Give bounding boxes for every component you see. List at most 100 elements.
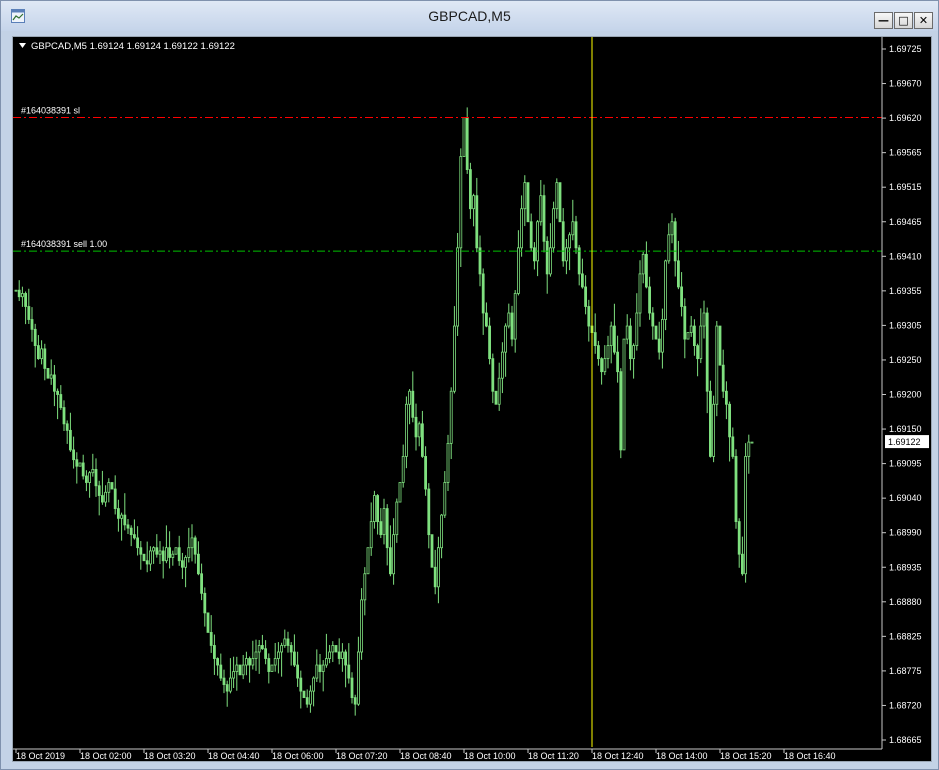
candle-body (430, 534, 434, 568)
x-tick-label: 18 Oct 03:20 (144, 751, 196, 761)
candle-body (244, 658, 248, 666)
candle-body (97, 485, 101, 496)
x-tick-label: 18 Oct 07:20 (336, 751, 388, 761)
candle-body (110, 482, 114, 490)
candle-body (225, 684, 229, 692)
chart-header: GBPCAD,M5 1.69124 1.69124 1.69122 1.6912… (31, 41, 235, 52)
symbol-dropdown-icon[interactable] (19, 43, 26, 48)
candle-body (232, 671, 236, 679)
candle-body (677, 260, 680, 288)
candle-body (734, 456, 738, 523)
candle-body (709, 390, 712, 457)
candle-body (312, 677, 316, 692)
candle-body (334, 645, 338, 653)
candle-body (481, 273, 485, 314)
candle-body (296, 664, 300, 679)
candle-body (673, 221, 677, 262)
candle-body (94, 469, 98, 487)
candle-body (238, 664, 242, 676)
candle-body (561, 221, 565, 262)
candle-body (728, 403, 731, 438)
candle-body (600, 358, 603, 373)
candle-body (308, 690, 312, 705)
candle-body (667, 234, 671, 262)
candle-body (747, 441, 751, 457)
minimize-button[interactable]: — (874, 12, 893, 29)
candle-body (315, 664, 319, 679)
candle-body (664, 260, 667, 320)
candle-body (123, 514, 127, 526)
candle-body (222, 677, 226, 685)
candle-body (516, 247, 520, 294)
candle-body (72, 449, 75, 461)
candle-body (251, 658, 255, 666)
price-chart[interactable]: #164038391 sl #164038391 sell 1.00 1.69122… (13, 37, 931, 761)
candle-body (289, 645, 293, 653)
candle-body (398, 482, 402, 503)
y-tick-label: 1.68775 (889, 666, 922, 676)
candle-body (654, 325, 658, 340)
candle-body (622, 338, 626, 451)
candle-body (75, 459, 79, 467)
candle-body (305, 697, 309, 705)
candle-body (468, 169, 472, 210)
candle-body (462, 117, 466, 157)
y-tick-label: 1.68825 (889, 631, 922, 641)
candle-body (286, 638, 290, 646)
candle-body (302, 690, 306, 699)
candle-body (657, 338, 661, 353)
candle-body (411, 390, 415, 418)
candle-body (542, 195, 546, 242)
y-tick-label: 1.68880 (889, 597, 922, 607)
candle-body (449, 390, 453, 444)
candle-body (609, 325, 613, 347)
candle-body (113, 488, 117, 509)
y-tick-label: 1.69250 (889, 355, 922, 365)
candle-body (638, 273, 642, 314)
candle-body (651, 312, 655, 327)
candle-body (270, 664, 274, 672)
candle-body (552, 208, 555, 249)
restore-button[interactable]: □ (894, 12, 913, 29)
candle-body (526, 182, 530, 223)
candle-body (744, 456, 747, 575)
x-tick-label: 18 Oct 04:40 (208, 751, 260, 761)
candle-body (318, 664, 322, 672)
candle-body (78, 462, 82, 467)
candle-body (187, 547, 191, 558)
overlay-layer: #164038391 sl #164038391 sell 1.00 1.69122 (13, 37, 929, 747)
close-icon: ✕ (918, 14, 929, 27)
candle-body (53, 374, 56, 392)
x-tick-label: 18 Oct 10:00 (464, 751, 516, 761)
candle-body (436, 547, 440, 588)
candle-body (155, 547, 159, 555)
candle-body (702, 312, 706, 327)
candle-body (414, 416, 418, 438)
candle-body (136, 537, 139, 549)
candle-body (408, 390, 412, 405)
candle-body (372, 495, 376, 523)
chart-area[interactable]: #164038391 sl #164038391 sell 1.00 1.69122… (12, 36, 932, 762)
candle-body (718, 325, 722, 366)
candle-body (420, 423, 424, 457)
close-button[interactable]: ✕ (914, 12, 933, 29)
candle-body (696, 345, 699, 360)
candle-body (513, 293, 517, 340)
candle-body (606, 345, 610, 360)
candle-body (174, 547, 178, 555)
title-bar[interactable]: GBPCAD,M5 — □ ✕ (1, 1, 938, 31)
candle-body (49, 374, 53, 379)
y-tick-label: 1.69620 (889, 113, 922, 123)
candles-layer (14, 107, 754, 716)
candle-body (148, 550, 152, 565)
candle-body (283, 638, 287, 646)
candle-body (17, 289, 21, 298)
y-tick-label: 1.69305 (889, 320, 922, 330)
x-tick-label: 18 Oct 2019 (16, 751, 65, 761)
candle-body (81, 462, 85, 477)
candle-body (587, 306, 591, 327)
x-tick-label: 18 Oct 16:40 (784, 751, 836, 761)
candle-body (404, 403, 408, 457)
candle-body (504, 325, 508, 353)
candle-body (478, 247, 482, 275)
